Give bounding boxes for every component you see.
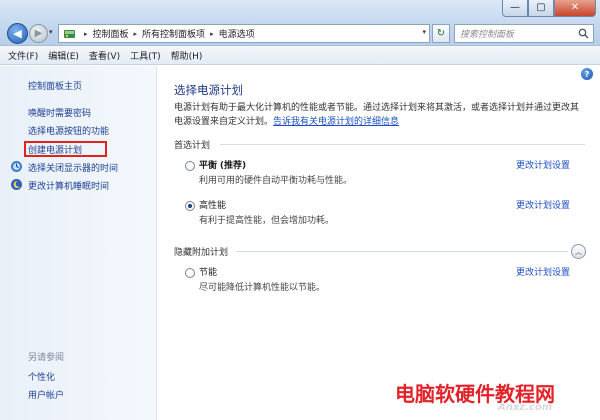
highlight-box [24, 141, 107, 157]
sidebar-link-power-buttons[interactable]: 选择电源按钮的功能 [28, 124, 109, 137]
breadcrumb-all-items[interactable]: 所有控制面板项 [142, 27, 205, 40]
plan-power-saver-name[interactable]: 节能 [199, 265, 217, 278]
breadcrumb-separator: ▸ [84, 29, 88, 38]
breadcrumb-power-options[interactable]: 电源选项 [219, 27, 255, 40]
watermark-subtext: Anxz.com [498, 402, 553, 413]
sidebar-home-link[interactable]: 控制面板主页 [28, 79, 82, 92]
plan-high-performance-radio[interactable] [185, 201, 195, 211]
menu-file[interactable]: 文件(F) [8, 49, 38, 62]
plan-balanced-radio[interactable] [185, 161, 195, 171]
page-title: 选择电源计划 [174, 83, 243, 97]
menu-edit[interactable]: 编辑(E) [48, 49, 79, 62]
section-divider [220, 144, 585, 145]
plan-high-performance-change-settings-link[interactable]: 更改计划设置 [516, 198, 570, 211]
plan-balanced-name[interactable]: 平衡 (推荐) [199, 158, 246, 171]
forward-button[interactable]: ▶ [29, 24, 48, 43]
menu-tools[interactable]: 工具(T) [130, 49, 161, 62]
search-placeholder: 搜索控制面板 [460, 30, 515, 40]
see-also-header: 另请参阅 [28, 353, 65, 363]
sidebar-link-personalization[interactable]: 个性化 [28, 370, 55, 383]
section-divider [236, 251, 568, 252]
plan-power-saver-radio[interactable] [185, 268, 195, 278]
back-button[interactable]: ◀ [7, 23, 28, 44]
recent-pages-dropdown-icon[interactable]: ▾ [49, 28, 53, 36]
close-button[interactable]: ✕ [554, 0, 596, 17]
breadcrumb-separator[interactable]: ▸ [134, 30, 138, 38]
collapse-hidden-plans-button[interactable]: ︿ [571, 244, 586, 259]
sidebar-link-user-accounts[interactable]: 用户帐户 [28, 388, 64, 401]
address-bar[interactable]: ▸ 控制面板 ▸ 所有控制面板项 ▸ 电源选项 ▾ [58, 24, 430, 43]
plan-balanced-desc: 利用可用的硬件自动平衡功耗与性能。 [199, 176, 353, 186]
hidden-plans-label[interactable]: 隐藏附加计划 [174, 245, 228, 258]
sidebar-link-wake-password[interactable]: 唤醒时需要密码 [28, 106, 91, 119]
maximize-button[interactable]: ▢ [528, 0, 554, 17]
plan-high-performance-name[interactable]: 高性能 [199, 198, 226, 211]
breadcrumb-control-panel[interactable]: 控制面板 [93, 27, 129, 40]
window-controls: — ▢ ✕ [502, 0, 596, 18]
sidebar-link-sleep-time[interactable]: 更改计算机睡眠时间 [28, 179, 109, 192]
page-description: 电源计划有助于最大化计算机的性能或者节能。通过选择计划来将其激活，或者选择计划并… [174, 101, 584, 129]
search-input[interactable]: 搜索控制面板 [454, 24, 594, 43]
control-panel-icon [63, 27, 76, 40]
search-icon[interactable] [578, 28, 589, 42]
menu-bar: 文件(F) 编辑(E) 查看(V) 工具(T) 帮助(H) [0, 46, 600, 65]
description-link[interactable]: 告诉我有关电源计划的详细信息 [273, 117, 399, 127]
sidebar [0, 66, 157, 420]
address-history-chevron-icon[interactable]: ▾ [422, 28, 426, 36]
plan-balanced-change-settings-link[interactable]: 更改计划设置 [516, 158, 570, 171]
plan-high-performance-desc: 有利于提高性能，但会增加功耗。 [199, 216, 335, 226]
minimize-button[interactable]: — [502, 0, 528, 17]
sidebar-link-display-off[interactable]: 选择关闭显示器的时间 [28, 161, 118, 174]
title-bar: — ▢ ✕ ◀ ▶ ▾ ▸ 控制面板 ▸ 所有控制面板项 ▸ 电源选项 ▾ ↻ … [0, 0, 600, 46]
plan-power-saver-change-settings-link[interactable]: 更改计划设置 [516, 265, 570, 278]
menu-view[interactable]: 查看(V) [89, 49, 120, 62]
preferred-plans-label: 首选计划 [174, 141, 211, 151]
display-icon [10, 160, 23, 173]
sleep-icon [10, 178, 23, 191]
menu-help[interactable]: 帮助(H) [171, 49, 203, 62]
plan-power-saver-desc: 尽可能降低计算机性能以节能。 [199, 283, 326, 293]
refresh-button[interactable]: ↻ [432, 24, 450, 43]
help-icon[interactable]: ? [581, 68, 593, 80]
breadcrumb-separator[interactable]: ▸ [210, 30, 214, 38]
